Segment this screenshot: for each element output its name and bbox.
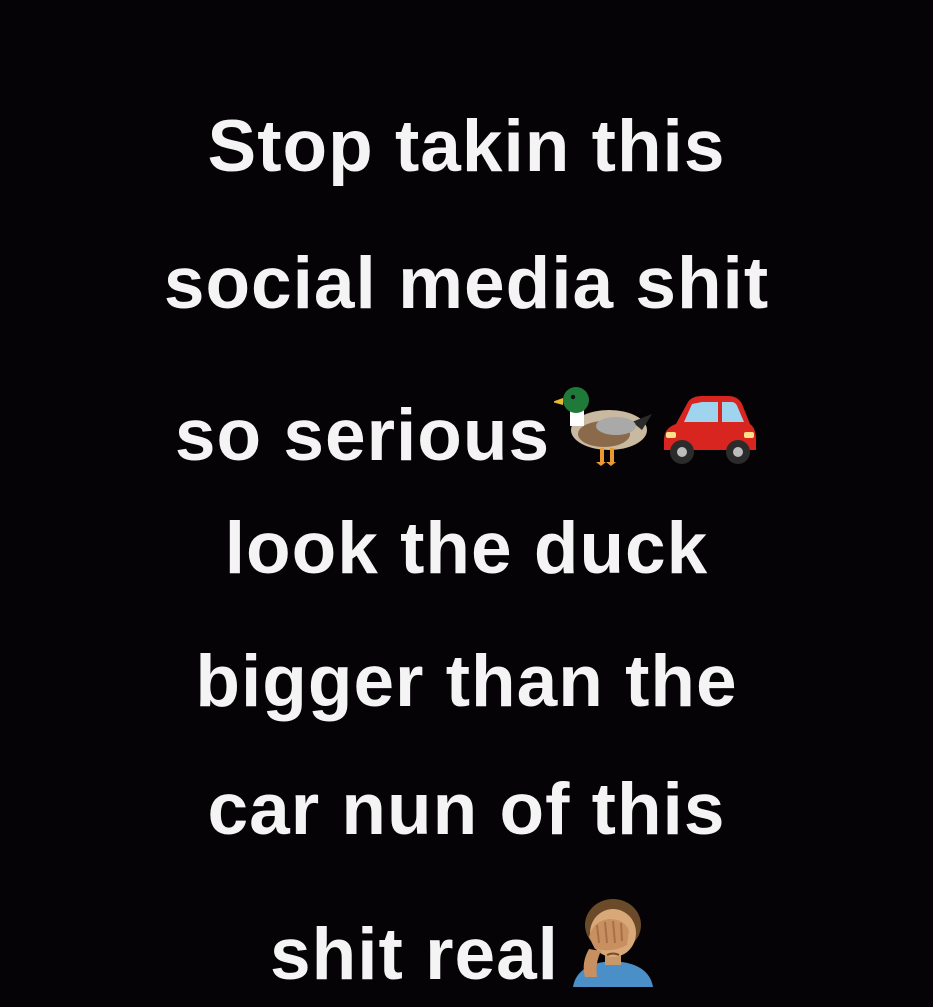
- meme-image: Stop takin this social media shit so ser…: [0, 0, 933, 1007]
- meme-line-7-text: shit real: [270, 914, 559, 995]
- meme-line-5-text: bigger than the: [195, 641, 738, 722]
- meme-line-3: so serious: [0, 378, 933, 476]
- meme-line-6-text: car nun of this: [207, 769, 726, 850]
- meme-line-3-text: so serious: [174, 395, 551, 476]
- meme-line-4: look the duck: [0, 509, 933, 589]
- meme-line-1-text: Stop takin this: [207, 106, 726, 187]
- meme-line-7: shit real: [0, 897, 933, 995]
- meme-line-4-text: look the duck: [224, 508, 709, 589]
- duck-icon: [554, 378, 654, 468]
- facepalm-man-icon: [563, 897, 663, 987]
- car-icon: [658, 388, 758, 468]
- meme-line-1: Stop takin this: [0, 107, 933, 187]
- meme-line-6: car nun of this: [0, 770, 933, 850]
- meme-line-2-text: social media shit: [163, 243, 770, 324]
- meme-line-2: social media shit: [0, 244, 933, 324]
- meme-line-5: bigger than the: [0, 642, 933, 722]
